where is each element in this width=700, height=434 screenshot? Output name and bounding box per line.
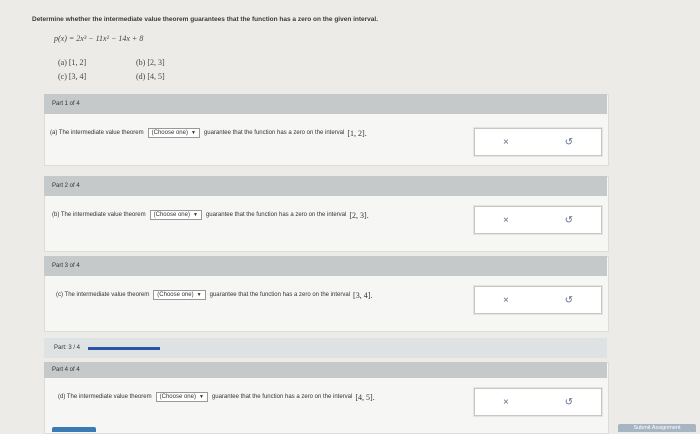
choice-d: (d) [4, 5] [136, 72, 165, 81]
chevron-down-icon: ▼ [198, 394, 204, 400]
part-2-answer-box: × ↺ [474, 206, 602, 234]
part-3-interval: [3, 4]. [353, 290, 373, 300]
choice-c: (c) [3, 4] [58, 72, 87, 81]
choice-a: (a) [1, 2] [58, 58, 87, 67]
progress-label: Part: 3 / 4 [54, 345, 81, 351]
part-1-statement: (a) The intermediate value theorem (Choo… [50, 128, 367, 138]
progress-bar [88, 346, 161, 350]
part-4-prefix: (d) The intermediate value theorem [58, 394, 152, 400]
choice-b: (b) [2, 3] [136, 58, 165, 67]
part-1-select[interactable]: (Choose one) ▼ [147, 128, 200, 138]
part-3-statement: (c) The intermediate value theorem (Choo… [56, 290, 372, 300]
part-4-answer-box: × ↺ [474, 388, 602, 416]
undo-icon[interactable]: ↺ [565, 215, 573, 226]
part-3-header: Part 3 of 4 [44, 256, 607, 276]
part-3-answer-box: × ↺ [474, 286, 602, 314]
part-3-select[interactable]: (Choose one) ▼ [153, 290, 206, 300]
part-4-suffix: guarantee that the function has a zero o… [211, 394, 353, 400]
question-text: Determine whether the intermediate value… [32, 16, 379, 23]
part-1-header: Part 1 of 4 [44, 94, 607, 114]
function-expression: p(x) = 2x³ − 11x² − 14x + 8 [54, 34, 144, 43]
check-button[interactable] [52, 427, 96, 432]
clear-icon[interactable]: × [503, 295, 509, 306]
part-4-select[interactable]: (Choose one) ▼ [155, 392, 208, 402]
undo-icon[interactable]: ↺ [565, 137, 573, 148]
part-2-suffix: guarantee that the function has a zero o… [205, 212, 347, 218]
part-1-suffix: guarantee that the function has a zero o… [203, 130, 345, 136]
chevron-down-icon: ▼ [190, 130, 196, 136]
part-1-prefix: (a) The intermediate value theorem [50, 130, 144, 136]
progress-row: Part: 3 / 4 [44, 338, 607, 358]
part-4-interval: [4, 5]. [355, 392, 375, 402]
part-2-select[interactable]: (Choose one) ▼ [149, 210, 202, 220]
chevron-down-icon: ▼ [196, 292, 202, 298]
part-2-header: Part 2 of 4 [44, 176, 607, 196]
part-4-header: Part 4 of 4 [44, 362, 607, 378]
clear-icon[interactable]: × [503, 215, 509, 226]
clear-icon[interactable]: × [503, 137, 509, 148]
clear-icon[interactable]: × [503, 397, 509, 408]
part-3-prefix: (c) The intermediate value theorem [56, 292, 150, 298]
part-2-interval: [2, 3]. [349, 210, 369, 220]
part-1-answer-box: × ↺ [474, 128, 602, 156]
submit-assignment-button[interactable]: Submit Assignment [618, 424, 696, 432]
undo-icon[interactable]: ↺ [565, 397, 573, 408]
part-1-interval: [1, 2]. [347, 128, 367, 138]
chevron-down-icon: ▼ [192, 212, 198, 218]
undo-icon[interactable]: ↺ [565, 295, 573, 306]
part-2-statement: (b) The intermediate value theorem (Choo… [52, 210, 369, 220]
part-2-prefix: (b) The intermediate value theorem [52, 212, 146, 218]
part-4-statement: (d) The intermediate value theorem (Choo… [58, 392, 375, 402]
part-3-suffix: guarantee that the function has a zero o… [209, 292, 351, 298]
